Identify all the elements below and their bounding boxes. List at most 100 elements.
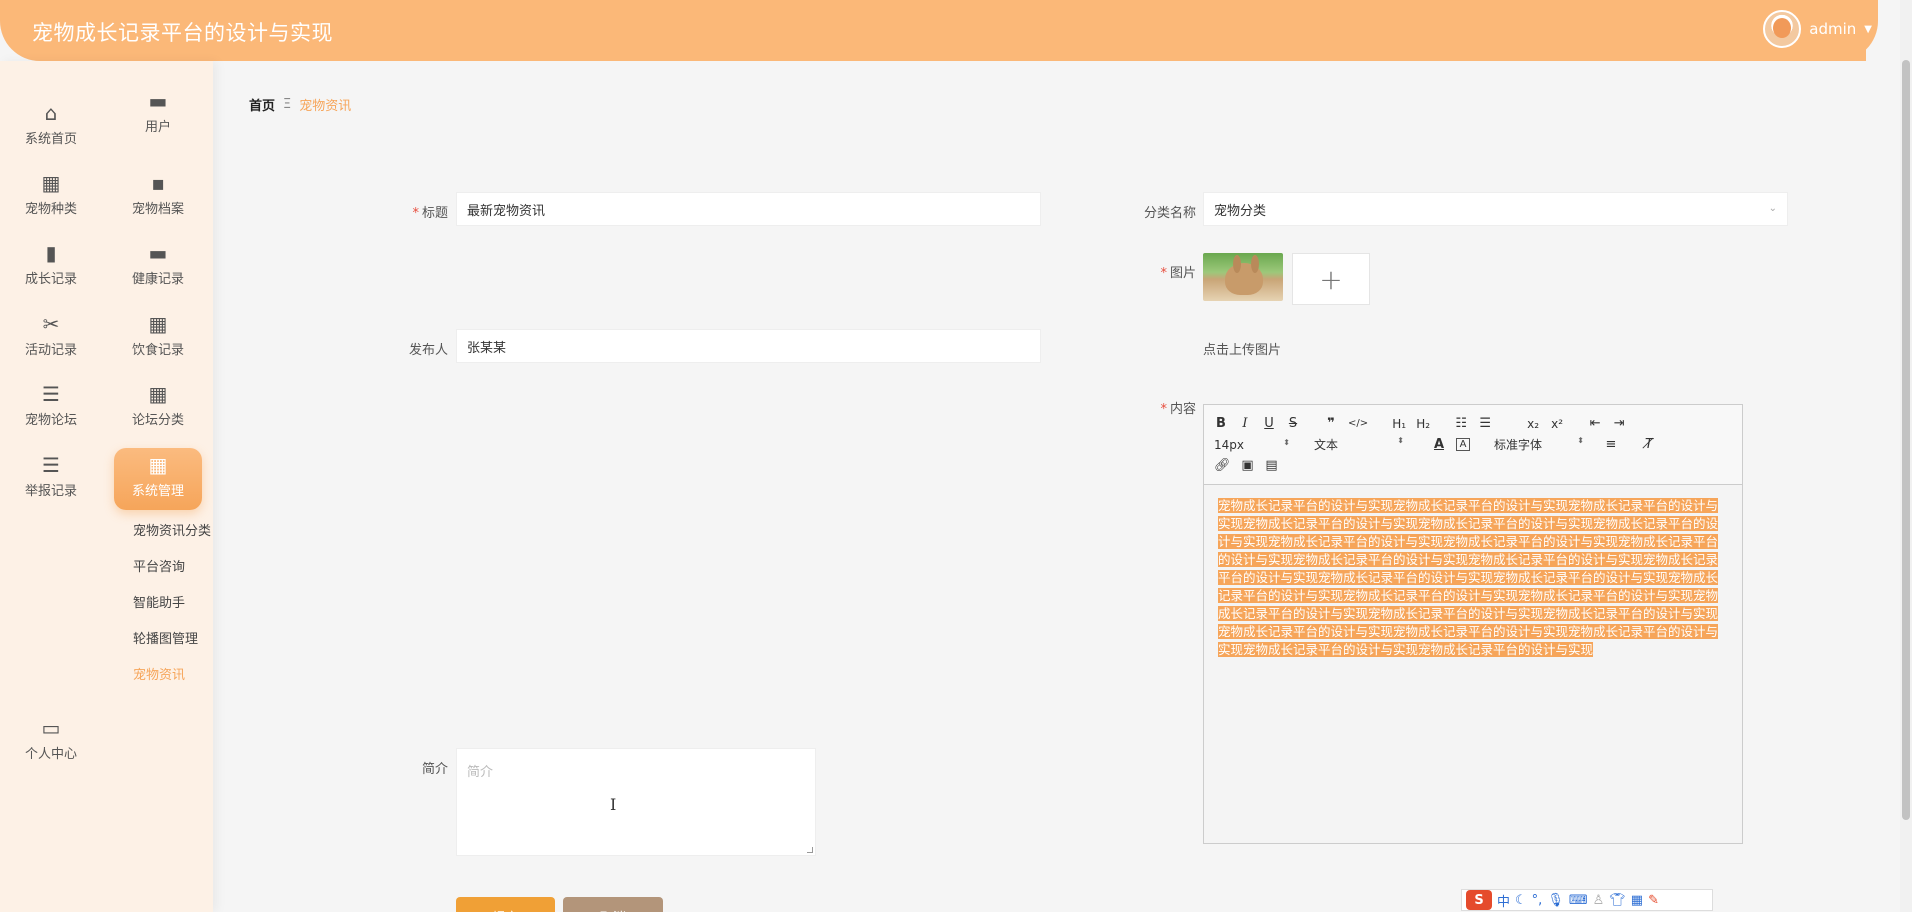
sidebar-item-health-records[interactable]: ▬ 健康记录	[114, 236, 202, 298]
chat-icon: ▪	[151, 171, 165, 195]
breadcrumb-home[interactable]: 首页	[249, 95, 275, 114]
avatar[interactable]	[1763, 10, 1802, 48]
font-family-select[interactable]: 标准字体 ⬍	[1494, 436, 1584, 453]
punctuation-icon[interactable]: °,	[1532, 893, 1543, 908]
video-icon[interactable]: ▤	[1265, 458, 1279, 473]
heading-2-icon[interactable]: H₂	[1416, 417, 1430, 431]
chevron-down-icon: ⌄	[1768, 203, 1777, 214]
keyboard-icon[interactable]: ⌨	[1569, 893, 1588, 908]
font-size-select[interactable]: 14px ⬍	[1214, 438, 1290, 452]
clear-format-icon[interactable]: T̸	[1642, 437, 1656, 452]
sidebar-item-activity-records[interactable]: ✂ 活动记录	[7, 307, 95, 369]
sub-item-platform-consulting[interactable]: 平台咨询	[133, 556, 185, 575]
sliders-icon: ☰	[42, 382, 60, 406]
microphone-icon[interactable]: 🎙︎	[1547, 893, 1564, 908]
sidebar-item-label: 宠物种类	[24, 202, 77, 217]
bunny-ear	[1233, 255, 1241, 273]
ticket-icon: ✂	[42, 312, 60, 336]
superscript-icon[interactable]: x²	[1550, 417, 1564, 431]
sidebar-item-label: 论坛分类	[131, 413, 184, 428]
sidebar-item-personal-center[interactable]: ▭ 个人中心	[7, 711, 95, 773]
sidebar-item-users[interactable]: ▬ 用户	[114, 84, 202, 146]
sidebar-item-label: 宠物论坛	[24, 413, 77, 428]
sidebar: ⌂ 系统首页 ▬ 用户 ▦ 宠物种类 ▪ 宠物档案 ▮ 成长记录 ▬ 健康记录 …	[0, 61, 213, 912]
category-value: 宠物分类	[1214, 203, 1267, 219]
code-icon[interactable]: </>	[1348, 418, 1368, 429]
wallet-icon: ▭	[41, 716, 61, 740]
heading-1-icon[interactable]: H₁	[1392, 417, 1406, 431]
person-icon[interactable]: ♙	[1593, 893, 1605, 908]
summary-placeholder: 简介	[467, 765, 494, 780]
summary-textarea[interactable]: 简介	[456, 748, 816, 856]
sub-item-smart-assistant[interactable]: 智能助手	[133, 592, 185, 611]
outdent-icon[interactable]: ⇤	[1588, 416, 1602, 431]
sidebar-item-diet-records[interactable]: ▦ 饮食记录	[114, 307, 202, 369]
breadcrumb-current: 宠物资讯	[299, 99, 352, 114]
sidebar-item-pet-files[interactable]: ▪ 宠物档案	[114, 166, 202, 228]
user-menu[interactable]: admin ▼	[1763, 10, 1872, 48]
sidebar-item-label: 活动记录	[24, 343, 77, 358]
user-name[interactable]: admin	[1809, 20, 1856, 38]
strikethrough-icon[interactable]: S	[1286, 416, 1300, 431]
upload-hint: 点击上传图片	[1203, 343, 1282, 358]
sidebar-item-home[interactable]: ⌂ 系统首页	[7, 96, 95, 158]
ordered-list-icon[interactable]: ☷	[1454, 416, 1468, 431]
image-label: * 图片	[1160, 266, 1196, 281]
link-icon[interactable]: 🔗︎	[1214, 458, 1231, 473]
sidebar-item-forum-categories[interactable]: ▦ 论坛分类	[114, 377, 202, 439]
sidebar-item-pet-forum[interactable]: ☰ 宠物论坛	[7, 377, 95, 439]
sidebar-item-label: 个人中心	[24, 747, 77, 762]
sidebar-item-pet-types[interactable]: ▦ 宠物种类	[7, 166, 95, 228]
moon-icon[interactable]: ☾	[1515, 893, 1527, 908]
text-cursor-icon: I	[610, 795, 617, 814]
sub-item-pet-news-categories[interactable]: 宠物资讯分类	[133, 520, 211, 539]
background-color-icon[interactable]: A	[1456, 438, 1470, 451]
apps-icon: ▦	[148, 453, 168, 477]
submit-button[interactable]: 提交	[456, 897, 555, 912]
apps-icon[interactable]: ▦	[1631, 893, 1643, 908]
ime-language-toggle[interactable]: 中	[1497, 891, 1510, 910]
sidebar-item-label: 宠物档案	[131, 202, 184, 217]
vertical-scrollbar[interactable]	[1900, 0, 1912, 912]
sidebar-item-growth-records[interactable]: ▮ 成长记录	[7, 236, 95, 298]
resize-handle-icon[interactable]	[807, 847, 813, 853]
rich-text-editor[interactable]: B I U S ❞ </> H₁ H₂ ☷ ☰ x₂ x² ⇤ ⇥ 14px ⬍ …	[1203, 404, 1743, 844]
app-title: 宠物成长记录平台的设计与实现	[32, 21, 333, 45]
publisher-input[interactable]: 张某某	[456, 329, 1041, 363]
bullet-list-icon[interactable]: ☰	[1478, 416, 1492, 431]
title-input[interactable]: 最新宠物资讯	[456, 192, 1041, 226]
image-icon[interactable]: ▣	[1241, 458, 1255, 473]
skin-icon[interactable]: 👕︎	[1609, 893, 1626, 908]
summary-label: 简介	[421, 762, 448, 777]
bold-icon[interactable]: B	[1214, 416, 1228, 431]
uploaded-image-thumbnail[interactable]	[1203, 253, 1283, 301]
font-color-icon[interactable]: A	[1432, 437, 1446, 452]
content-label: * 内容	[1160, 402, 1196, 417]
sidebar-item-system-management[interactable]: ▦ 系统管理	[114, 448, 202, 510]
category-label: 分类名称	[1143, 206, 1196, 221]
paragraph-select[interactable]: 文本 ⬍	[1314, 436, 1404, 453]
breadcrumb: 首页 Ξ 宠物资讯	[249, 95, 351, 114]
sidebar-item-report-records[interactable]: ☰ 举报记录	[7, 448, 95, 510]
category-select[interactable]: 宠物分类 ⌄	[1203, 192, 1788, 226]
sidebar-item-label: 举报记录	[24, 484, 77, 499]
editor-content[interactable]: 宠物成长记录平台的设计与实现宠物成长记录平台的设计与实现宠物成长记录平台的设计与…	[1204, 485, 1742, 671]
sidebar-item-label: 成长记录	[24, 272, 77, 287]
scrollbar-thumb[interactable]	[1902, 60, 1910, 820]
apps-icon: ▦	[148, 382, 168, 406]
align-icon[interactable]: ≡	[1604, 437, 1618, 452]
cancel-button[interactable]: 取消	[563, 897, 663, 912]
upload-image-button[interactable]: +	[1292, 253, 1370, 305]
italic-icon[interactable]: I	[1238, 416, 1252, 431]
ime-toolbar[interactable]: S 中 ☾ °, 🎙︎ ⌨ ♙ 👕︎ ▦ ✎	[1461, 889, 1713, 911]
blockquote-icon[interactable]: ❞	[1324, 416, 1338, 431]
sogou-logo-icon[interactable]: S	[1466, 890, 1492, 910]
apps-icon: ▦	[148, 312, 168, 336]
indent-icon[interactable]: ⇥	[1612, 416, 1626, 431]
sub-item-carousel-management[interactable]: 轮播图管理	[133, 628, 198, 647]
tools-icon[interactable]: ✎	[1648, 893, 1659, 908]
caret-down-icon[interactable]: ▼	[1864, 24, 1872, 35]
subscript-icon[interactable]: x₂	[1526, 417, 1540, 431]
sub-item-pet-news[interactable]: 宠物资讯	[133, 664, 185, 683]
underline-icon[interactable]: U	[1262, 416, 1276, 431]
